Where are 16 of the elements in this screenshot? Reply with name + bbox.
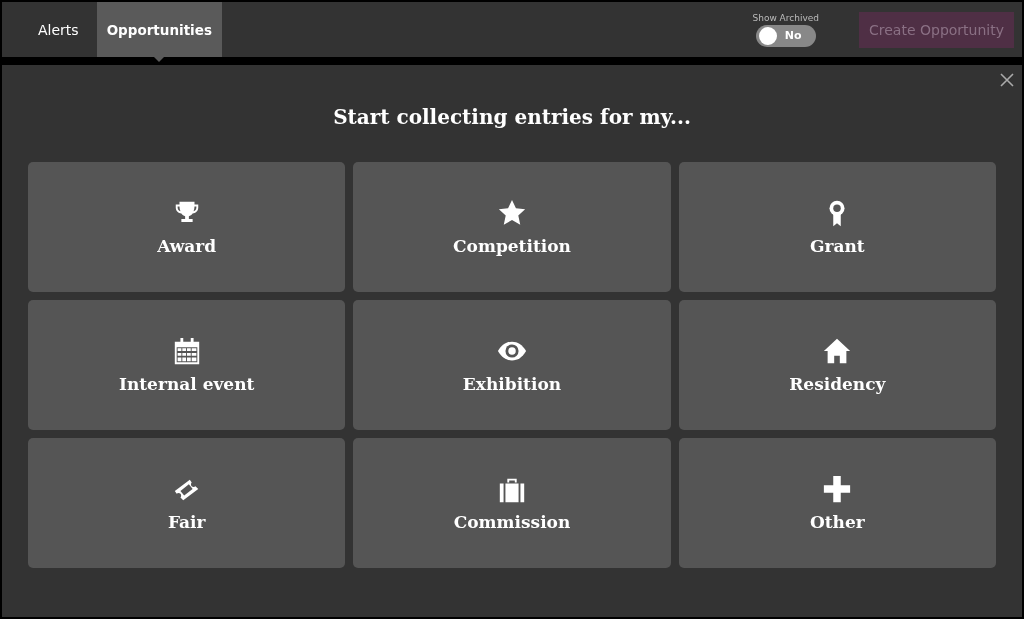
option-card[interactable]: Exhibition bbox=[353, 300, 671, 430]
close-icon[interactable] bbox=[1000, 73, 1014, 87]
option-card[interactable]: Competition bbox=[353, 162, 671, 292]
option-card[interactable]: Commission bbox=[353, 438, 671, 568]
dialog-title: Start collecting entries for my... bbox=[332, 105, 692, 129]
option-card[interactable]: Grant bbox=[678, 162, 996, 292]
toggle-switch[interactable]: No bbox=[755, 24, 816, 47]
option-card[interactable]: Award bbox=[28, 162, 346, 292]
plus-icon bbox=[822, 474, 853, 504]
house-icon bbox=[822, 336, 853, 366]
option-card[interactable]: Internal event bbox=[28, 300, 346, 430]
tab[interactable]: Alerts bbox=[22, 2, 97, 57]
option-card[interactable]: Other bbox=[678, 438, 996, 568]
toggle-label: Show Archived bbox=[752, 12, 819, 23]
option-card[interactable]: Residency bbox=[678, 300, 996, 430]
option-card[interactable]: Fair bbox=[28, 438, 346, 568]
